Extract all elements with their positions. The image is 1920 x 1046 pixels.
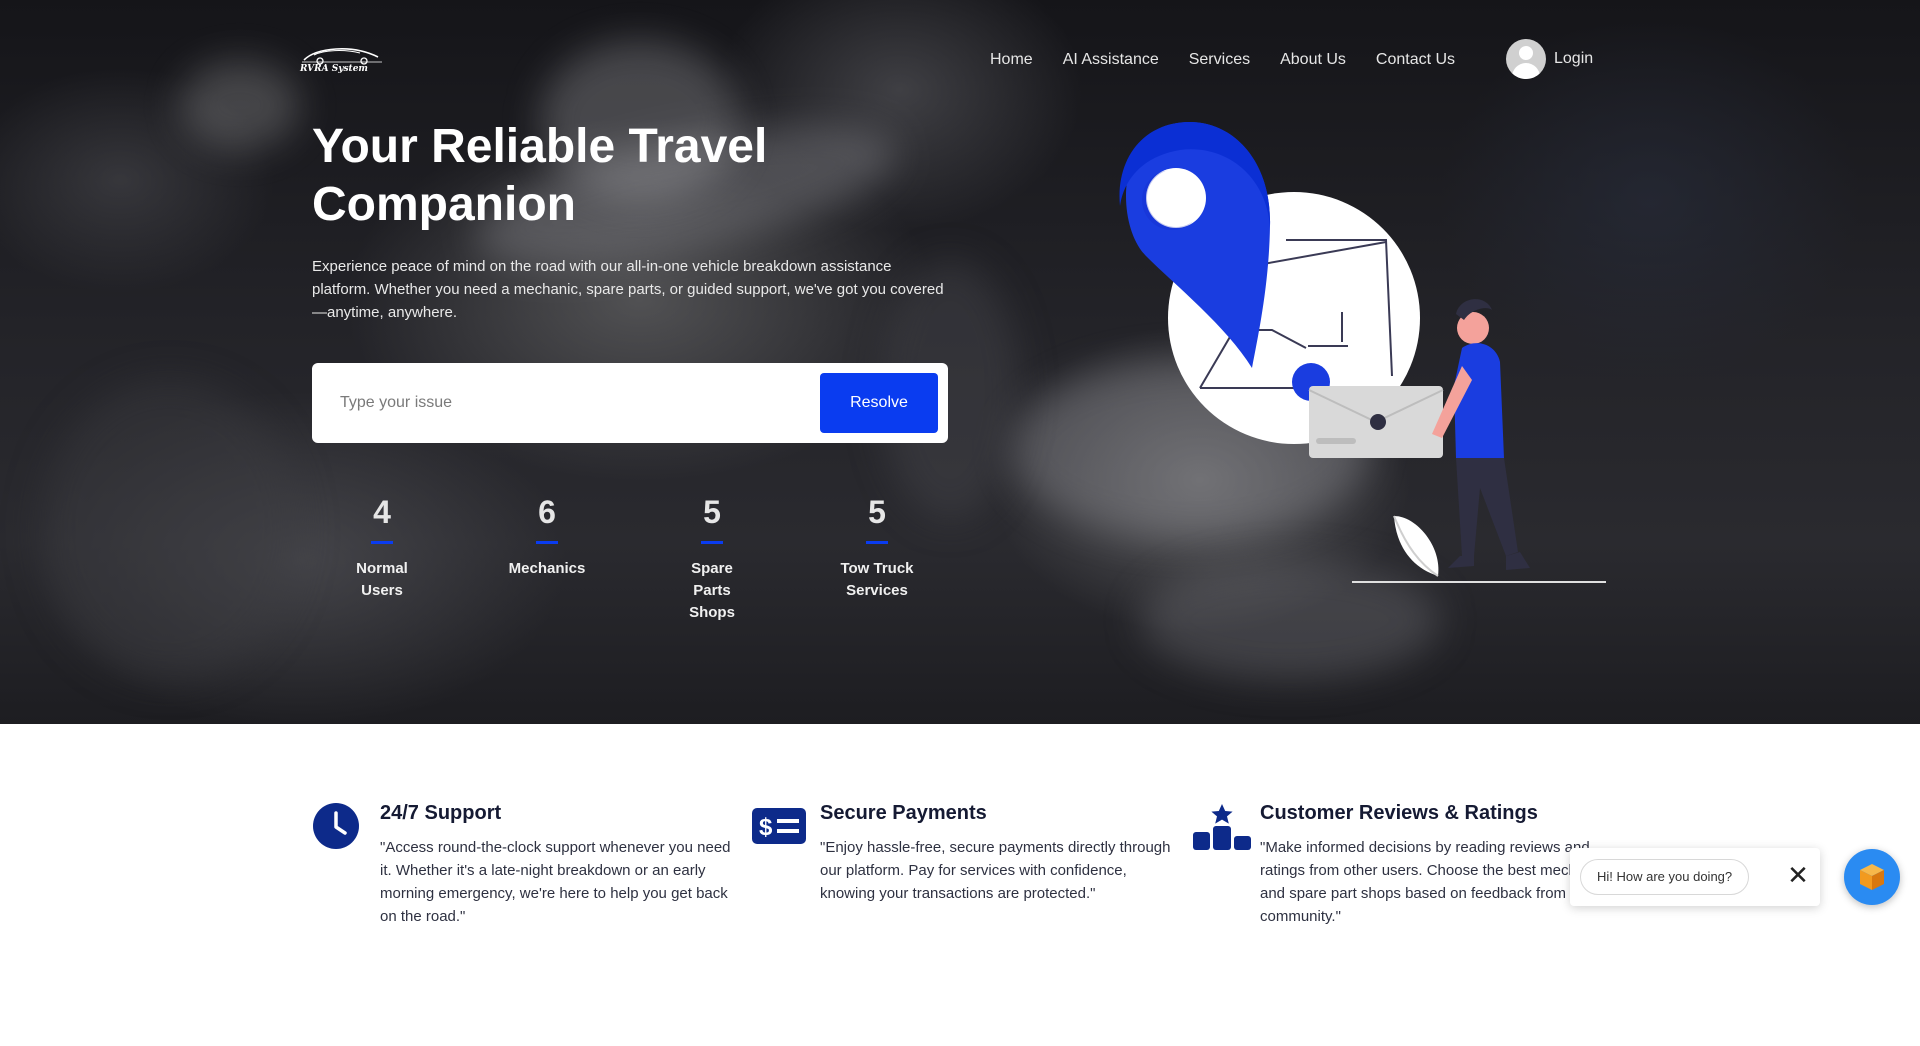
stat-label: Mechanics	[508, 560, 586, 577]
stat-value: 4	[373, 494, 391, 530]
issue-search-box: Resolve	[312, 363, 948, 443]
close-icon[interactable]: ✕	[1784, 862, 1812, 890]
stat-normal-users: 4 Normal Users	[312, 493, 452, 602]
svg-text:$: $	[759, 814, 773, 841]
feature-title: 24/7 Support	[380, 802, 502, 824]
stat-spare-parts-shops: 5 Spare Parts Shops	[642, 493, 782, 624]
cube-icon	[1860, 864, 1884, 890]
nav-home-link[interactable]: Home	[990, 51, 1033, 69]
logo[interactable]: RVRA System	[300, 44, 384, 76]
nav-services-link[interactable]: Services	[1189, 51, 1250, 69]
feature-description: "Make informed decisions by reading revi…	[1260, 839, 1612, 925]
hero-description: Experience peace of mind on the road wit…	[312, 258, 944, 321]
nav-contact-us-link[interactable]: Contact Us	[1376, 51, 1455, 69]
feature-description: "Access round-the-clock support whenever…	[380, 839, 731, 925]
stat-value: 5	[868, 494, 886, 530]
stat-underline	[701, 541, 723, 544]
stat-label: Normal Users	[356, 560, 408, 599]
stat-underline	[371, 541, 393, 544]
resolve-button[interactable]: Resolve	[820, 373, 938, 433]
hero-section: RVRA System Home AI Assistance Services …	[0, 0, 1920, 724]
feature-title: Customer Reviews & Ratings	[1260, 802, 1538, 824]
chat-greeting-text[interactable]: Hi! How are you doing?	[1580, 859, 1750, 895]
ratings-podium-icon	[1193, 804, 1251, 850]
feature-title: Secure Payments	[820, 802, 987, 824]
nav-about-us-link[interactable]: About Us	[1280, 51, 1346, 69]
logo-text: RVRA System	[300, 64, 368, 74]
issue-input[interactable]	[340, 383, 810, 423]
payment-icon: $	[752, 808, 806, 844]
stat-mechanics: 6 Mechanics	[477, 493, 617, 580]
stat-label: Spare Parts Shops	[689, 560, 735, 621]
stat-underline	[866, 541, 888, 544]
main-nav: Home AI Assistance Services About Us Con…	[990, 48, 1485, 72]
chat-greeting-popup[interactable]: Hi! How are you doing? ✕	[1570, 848, 1820, 906]
car-logo-icon	[302, 48, 382, 65]
location-illustration	[1119, 122, 1606, 583]
stat-value: 6	[538, 494, 556, 530]
clock-icon	[313, 803, 359, 849]
stat-underline	[536, 541, 558, 544]
stat-value: 5	[703, 494, 721, 530]
stat-label: Tow Truck Services	[840, 560, 914, 599]
nav-ai-assistance-link[interactable]: AI Assistance	[1063, 51, 1159, 69]
feature-description: "Enjoy hassle-free, secure payments dire…	[820, 839, 1171, 902]
stat-tow-truck-services: 5 Tow Truck Services	[807, 493, 947, 602]
chat-launcher-button[interactable]	[1844, 849, 1900, 905]
login-button[interactable]: Login	[1506, 39, 1593, 79]
login-label: Login	[1554, 50, 1594, 67]
user-avatar-icon	[1506, 39, 1546, 79]
hero-title: Your Reliable Travel Companion	[312, 120, 768, 231]
